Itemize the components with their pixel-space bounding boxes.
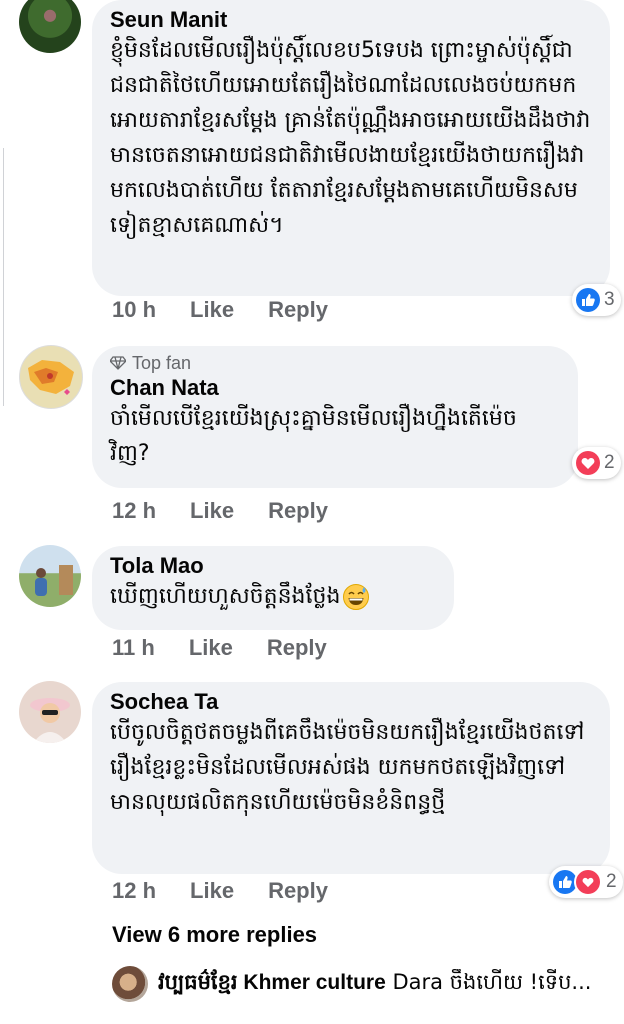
avatar[interactable] (19, 681, 81, 743)
comment-time[interactable]: 11 h (112, 635, 155, 661)
like-button[interactable]: Like (190, 878, 234, 904)
reaction-count: 2 (606, 871, 617, 892)
like-button[interactable]: Like (190, 498, 234, 524)
love-icon (574, 868, 602, 896)
reply-button[interactable]: Reply (267, 635, 327, 661)
comment-author[interactable]: Seun Manit (110, 6, 592, 33)
reaction-summary[interactable]: 2 (549, 866, 623, 898)
comment-time[interactable]: 10 h (112, 297, 156, 323)
avatar[interactable] (19, 345, 83, 409)
comment-text: ចាំមើលបើខ្មែរយើងស្រុះគ្នាមិនមើលរឿងហ្នឹងត… (110, 406, 517, 466)
top-fan-label: Top fan (132, 353, 192, 373)
reaction-summary[interactable]: 3 (572, 284, 621, 316)
avatar[interactable] (19, 0, 81, 53)
reply-button[interactable]: Reply (268, 878, 328, 904)
comment-actions: 10 h Like Reply (112, 297, 328, 323)
love-icon (576, 451, 600, 475)
comment-actions: 12 h Like Reply (112, 878, 328, 904)
reply-author[interactable]: វប្បធម៌ខ្មែរ Khmer culture (158, 971, 386, 994)
comment-bubble: Top fan Chan Nata ចាំមើលបើខ្មែរយើងស្រុះគ… (92, 346, 578, 488)
like-button[interactable]: Like (189, 635, 233, 661)
comment-author[interactable]: Tola Mao (110, 552, 436, 579)
comment-text: បើចូលចិត្តថតចម្លងពីគេចឹងម៉េចមិនយករឿងខ្មែ… (110, 720, 585, 815)
like-button[interactable]: Like (190, 297, 234, 323)
like-icon (576, 288, 600, 312)
reply-preview[interactable]: វប្បធម៌ខ្មែរ Khmer culture Dara ចឹងហើយ !… (112, 966, 617, 1002)
comment-text-body: ឃើញហើយហួសចិត្តនឹងថ្លែង (110, 584, 341, 609)
avatar[interactable] (19, 545, 81, 607)
comment-text: ឃើញហើយហួសចិត្តនឹងថ្លែង (110, 579, 436, 614)
avatar[interactable] (112, 966, 148, 1002)
reply-preview-text: វប្បធម៌ខ្មែរ Khmer culture Dara ចឹងហើយ !… (158, 969, 591, 1000)
top-fan-badge: Top fan (110, 352, 560, 374)
reaction-count: 2 (604, 452, 615, 473)
comment-author[interactable]: Sochea Ta (110, 688, 592, 715)
diamond-icon (110, 356, 126, 370)
grin-sweat-emoji-icon (343, 583, 370, 610)
reply-snippet: Dara ចឹងហើយ !ទើប... (392, 969, 592, 994)
reply-button[interactable]: Reply (268, 498, 328, 524)
comment-time[interactable]: 12 h (112, 878, 156, 904)
comment-bubble: Sochea Ta បើចូលចិត្តថតចម្លងពីគេចឹងម៉េចមិ… (92, 682, 610, 874)
comment-author[interactable]: Chan Nata (110, 374, 560, 401)
comment-text: ខ្ញុំមិនដែលមើលរឿងប៉ុស្តិ៍លេខប5ទេបង ព្រោះ… (110, 38, 591, 238)
reply-button[interactable]: Reply (268, 297, 328, 323)
comment-bubble: Tola Mao ឃើញហើយហួសចិត្តនឹងថ្លែង (92, 546, 454, 630)
reaction-count: 3 (604, 289, 615, 310)
view-more-replies-link[interactable]: View 6 more replies (112, 922, 317, 948)
comment-actions: 12 h Like Reply (112, 498, 328, 524)
page-edge-divider (0, 148, 4, 406)
comment-actions: 11 h Like Reply (112, 635, 327, 661)
comment-bubble: Seun Manit ខ្ញុំមិនដែលមើលរឿងប៉ុស្តិ៍លេខប… (92, 0, 610, 296)
reaction-summary[interactable]: 2 (572, 447, 621, 479)
comment-time[interactable]: 12 h (112, 498, 156, 524)
